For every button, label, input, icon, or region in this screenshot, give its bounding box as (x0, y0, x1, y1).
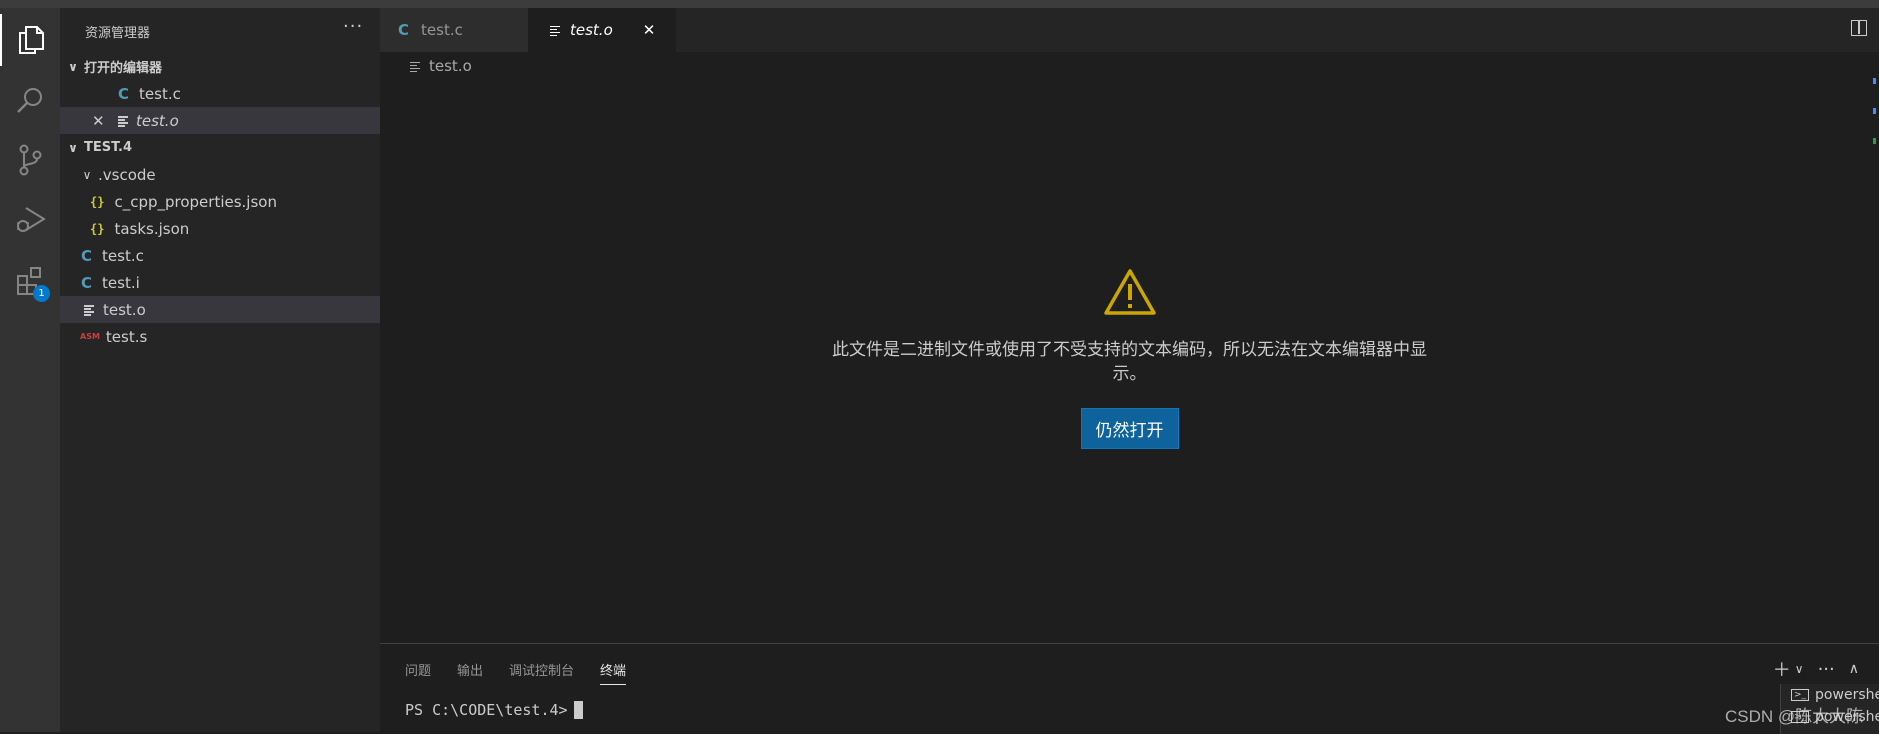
files-icon (19, 26, 44, 54)
open-editors-label: 打开的编辑器 (84, 61, 163, 76)
c-file-icon: C (118, 84, 130, 103)
search-icon (17, 88, 42, 113)
tab-output[interactable]: 输出 (457, 660, 483, 685)
search-button[interactable] (0, 74, 60, 126)
close-icon[interactable]: ✕ (643, 21, 656, 39)
sidebar-header: 资源管理器 ··· (60, 8, 380, 52)
more-actions-icon[interactable]: ··· (343, 16, 363, 37)
prompt-text: PS C:\CODE\test.4> (405, 701, 568, 719)
tab-test-o[interactable]: test.o ✕ (528, 8, 676, 52)
chevron-down-icon: ∨ (68, 59, 78, 74)
tab-terminal[interactable]: 终端 (600, 660, 627, 685)
c-file-icon: C (398, 21, 410, 39)
activity-bar: 1 (0, 8, 60, 732)
terminal-label: powershell (1815, 687, 1879, 703)
tab-bar: C test.c test.o ✕ (380, 8, 1879, 52)
scroll-decorations (1869, 78, 1879, 144)
open-editor-label: test.c (139, 84, 181, 103)
binary-warning: 此文件是二进制文件或使用了不受支持的文本编码，所以无法在文本编辑器中显示。 仍然… (380, 268, 1879, 449)
tab-label: test.c (421, 21, 463, 39)
chevron-down-icon: ∨ (68, 140, 78, 155)
open-editors-header[interactable]: ∨ 打开的编辑器 (60, 53, 386, 80)
extensions-button[interactable]: 1 (0, 254, 60, 306)
watermark: CSDN @陈大大陈 (1725, 707, 1864, 726)
file-label: test.i (102, 273, 140, 292)
text-file-icon (84, 304, 94, 316)
workspace-label: TEST.4 (84, 140, 132, 155)
folder-label: .vscode (98, 165, 156, 184)
terminal-icon: >_ (1791, 689, 1810, 701)
open-editor-item-test-o[interactable]: ✕ test.o (60, 107, 412, 134)
text-file-icon (410, 61, 420, 72)
title-strip (0, 0, 1879, 8)
chevron-down-icon: ∨ (82, 167, 92, 182)
file-label: tasks.json (114, 219, 190, 238)
new-terminal-icon[interactable]: ＋ (1773, 656, 1791, 682)
text-file-icon (118, 115, 128, 127)
terminal-cursor (573, 701, 583, 719)
split-editor-icon[interactable] (1851, 20, 1867, 36)
file-item[interactable]: ASM test.s (60, 323, 400, 350)
file-item-selected[interactable]: test.o (60, 296, 404, 323)
file-label: test.o (103, 300, 146, 319)
chevron-up-icon[interactable]: ∧ (1849, 661, 1859, 677)
extensions-badge: 1 (33, 285, 50, 302)
json-file-icon: {} (90, 221, 105, 236)
c-file-icon: C (81, 246, 93, 265)
text-file-icon (550, 25, 560, 36)
breadcrumb[interactable]: test.o (410, 57, 472, 75)
file-item[interactable]: C test.c (60, 242, 401, 269)
terminal-prompt[interactable]: PS C:\CODE\test.4> (405, 701, 583, 719)
more-actions-icon[interactable]: ··· (1818, 659, 1835, 680)
tab-debug-console[interactable]: 调试控制台 (509, 660, 574, 685)
file-item[interactable]: {} c_cpp_properties.json (60, 188, 410, 215)
bottom-panel: 问题 输出 调试控制台 终端 ＋ ∨ ··· ∧ PS C:\CODE\test… (380, 643, 1879, 734)
open-anyway-button[interactable]: 仍然打开 (1080, 408, 1179, 449)
file-item[interactable]: C test.i (60, 269, 401, 296)
source-control-button[interactable] (0, 134, 60, 186)
folder-vscode[interactable]: ∨ .vscode (60, 161, 400, 188)
run-debug-icon (17, 207, 46, 232)
file-item[interactable]: {} tasks.json (60, 215, 410, 242)
open-editor-label: test.o (136, 111, 179, 130)
explorer-sidebar: 资源管理器 ··· ∨ 打开的编辑器 C test.c ✕ test.o ∨ T… (60, 8, 412, 732)
file-label: test.s (105, 327, 148, 346)
workspace-header[interactable]: ∨ TEST.4 (60, 134, 386, 161)
warning-icon (1103, 269, 1156, 315)
c-file-icon: C (81, 273, 93, 292)
chevron-down-icon[interactable]: ∨ (1795, 662, 1804, 676)
warning-message: 此文件是二进制文件或使用了不受支持的文本编码，所以无法在文本编辑器中显示。 (832, 340, 1427, 384)
panel-tabs: 问题 输出 调试控制台 终端 (405, 660, 652, 685)
panel-actions: ＋ ∨ ··· ∧ (1773, 656, 1859, 682)
tab-problems[interactable]: 问题 (405, 660, 431, 685)
asm-file-icon: ASM (80, 332, 100, 341)
explorer-button[interactable] (0, 14, 60, 66)
file-label: c_cpp_properties.json (114, 192, 277, 211)
source-control-icon (19, 144, 42, 176)
tab-test-c[interactable]: C test.c (380, 8, 528, 52)
file-label: test.c (102, 246, 144, 265)
close-icon[interactable]: ✕ (92, 112, 106, 130)
editor-area: C test.c test.o ✕ test.o 此文件是二进制文件或使用了不受… (380, 8, 1879, 643)
sidebar-title: 资源管理器 (85, 26, 151, 41)
breadcrumb-label: test.o (429, 57, 472, 75)
run-debug-button[interactable] (0, 194, 60, 246)
json-file-icon: {} (90, 194, 105, 209)
tab-label: test.o (570, 21, 613, 39)
